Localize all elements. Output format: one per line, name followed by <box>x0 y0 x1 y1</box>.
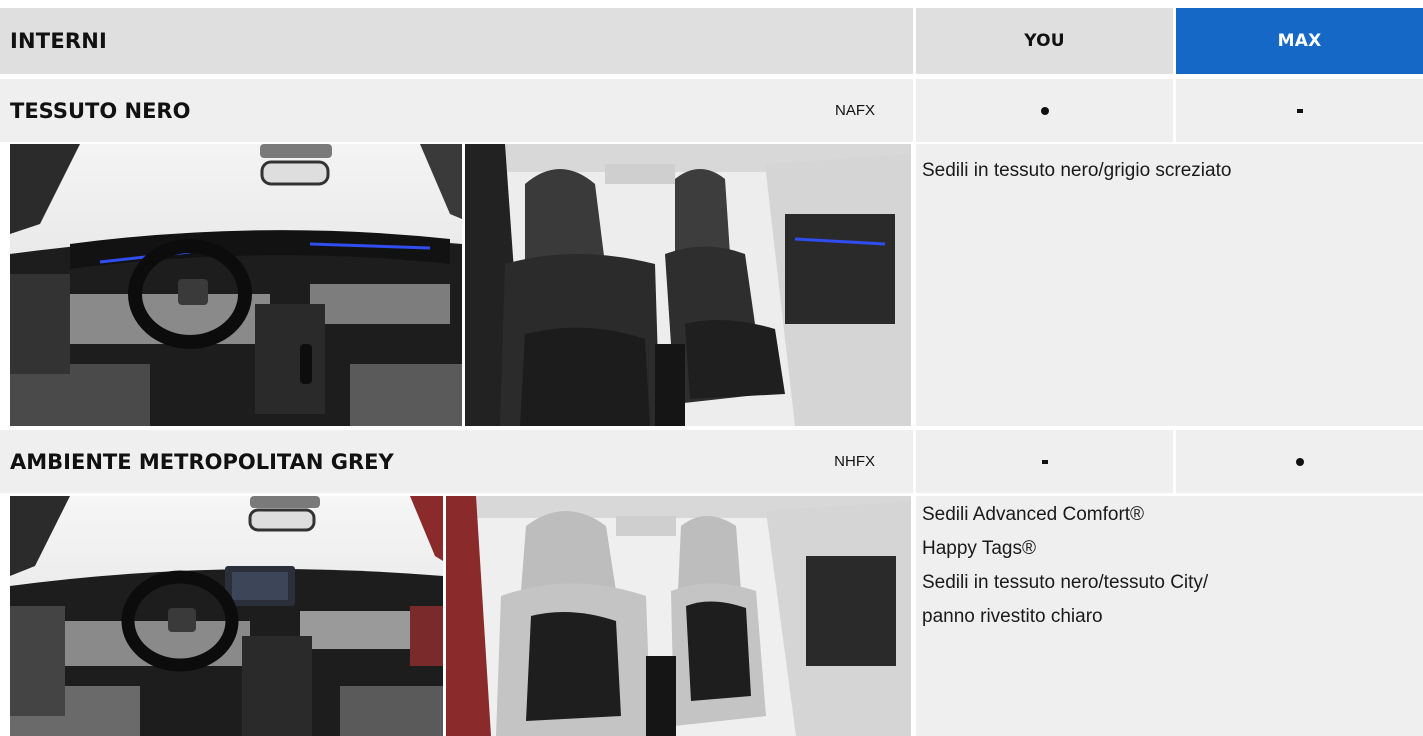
trim-row-title: AMBIENTE METROPOLITAN GREY NHFX <box>0 430 913 493</box>
trim-name: AMBIENTE METROPOLITAN GREY <box>10 449 394 474</box>
dashboard-image <box>10 144 462 426</box>
trim-description: Sedili Advanced Comfort® Happy Tags® Sed… <box>916 496 1423 736</box>
section-title: INTERNI <box>10 29 108 53</box>
column-header-max: MAX <box>1176 8 1423 74</box>
column-header-you: YOU <box>916 8 1173 74</box>
seats-image <box>465 144 911 426</box>
trim-description: Sedili in tessuto nero/grigio screziato <box>916 144 1423 426</box>
trim-row-title: TESSUTO NERO NAFX <box>0 79 913 142</box>
trim-name: TESSUTO NERO <box>10 98 191 123</box>
interior-trim-table: INTERNI YOU MAX TESSUTO NERO NAFX Sedili… <box>0 0 1423 736</box>
column-label-you: YOU <box>1024 31 1065 51</box>
seats-image <box>446 496 911 736</box>
description-line: Sedili Advanced Comfort® <box>922 504 1145 525</box>
column-label-max: MAX <box>1277 31 1322 51</box>
not-available-dash-icon <box>1296 108 1303 113</box>
standard-dot-icon <box>1040 106 1049 115</box>
not-available-dash-icon <box>1041 459 1048 464</box>
standard-dot-icon <box>1295 457 1304 466</box>
availability-max <box>1176 430 1423 493</box>
availability-max <box>1176 79 1423 142</box>
dashboard-image <box>10 496 443 736</box>
availability-you <box>916 430 1173 493</box>
trim-code: NHFX <box>834 453 875 470</box>
description-line: Sedili in tessuto nero/grigio screziato <box>922 160 1232 181</box>
description-line: Sedili in tessuto nero/tessuto City/ <box>922 572 1209 593</box>
description-line: Happy Tags® <box>922 538 1036 559</box>
availability-you <box>916 79 1173 142</box>
trim-code: NAFX <box>834 102 875 119</box>
description-line: panno rivestito chiaro <box>922 606 1103 627</box>
section-header: INTERNI <box>0 8 913 74</box>
